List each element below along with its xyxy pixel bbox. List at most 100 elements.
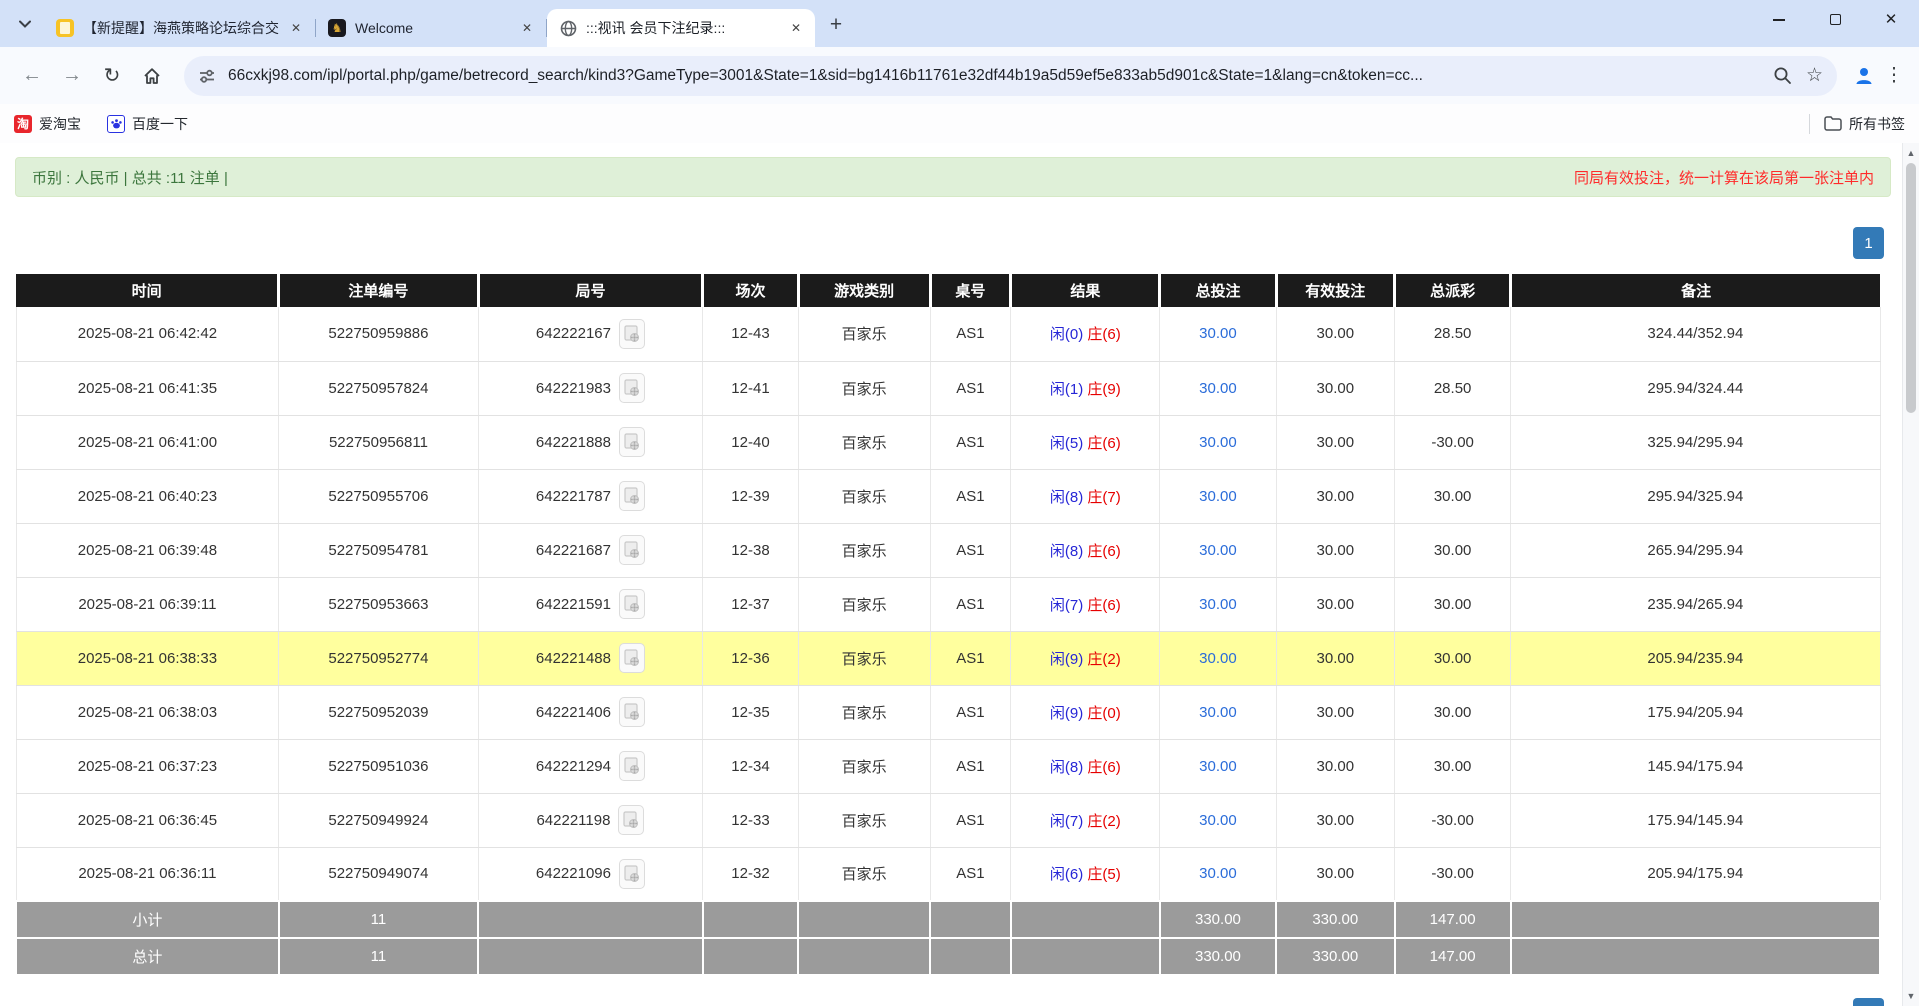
- close-icon[interactable]: ✕: [518, 19, 536, 37]
- cell-note: 325.94/295.94: [1511, 415, 1880, 469]
- new-tab-button[interactable]: +: [821, 10, 851, 40]
- maximize-button[interactable]: [1807, 0, 1863, 39]
- total-bet-link[interactable]: 30.00: [1199, 865, 1237, 882]
- video-replay-icon[interactable]: [618, 805, 644, 835]
- cell-total-bet: 30.00: [1160, 631, 1276, 685]
- video-replay-icon[interactable]: [619, 697, 645, 727]
- pagination-page-1-button[interactable]: 1: [1853, 227, 1884, 259]
- total-bet-link[interactable]: 30.00: [1199, 488, 1237, 505]
- video-replay-icon[interactable]: [619, 535, 645, 565]
- all-bookmarks-button[interactable]: 所有书签: [1824, 114, 1905, 134]
- bet-record-row: 2025-08-21 06:41:35522750957824642221983…: [16, 361, 1880, 415]
- cell-valid-bet: 30.00: [1276, 631, 1395, 685]
- cell-time: 2025-08-21 06:39:11: [16, 577, 279, 631]
- cell-time: 2025-08-21 06:38:33: [16, 631, 279, 685]
- total-bet-link[interactable]: 30.00: [1199, 380, 1237, 397]
- video-replay-icon[interactable]: [619, 589, 645, 619]
- cell-total-bet: 30.00: [1160, 847, 1276, 901]
- tab-forum[interactable]: 【新提醒】海燕策略论坛综合交 ✕: [44, 9, 315, 47]
- result-player: 闲(9): [1050, 705, 1083, 722]
- cell-table-no: AS1: [930, 739, 1011, 793]
- back-icon[interactable]: ←: [15, 59, 49, 93]
- forward-icon[interactable]: →: [55, 59, 89, 93]
- close-icon[interactable]: ✕: [287, 19, 305, 37]
- cell-result: 闲(0) 庄(6): [1011, 307, 1160, 361]
- column-header: 时间: [16, 274, 279, 307]
- total-bet-link[interactable]: 30.00: [1199, 704, 1237, 721]
- round-number: 642221198: [536, 812, 610, 829]
- bookmark-taobao[interactable]: 淘 爱淘宝: [14, 114, 81, 134]
- cell-time: 2025-08-21 06:41:00: [16, 415, 279, 469]
- cell-note: 205.94/235.94: [1511, 631, 1880, 685]
- bookmark-star-icon[interactable]: ☆: [1806, 64, 1823, 87]
- vertical-scrollbar[interactable]: ▲ ▼: [1902, 143, 1919, 1006]
- cell-note: 205.94/175.94: [1511, 847, 1880, 901]
- total-bet-link[interactable]: 30.00: [1199, 325, 1237, 342]
- video-replay-icon[interactable]: [619, 859, 645, 889]
- cell-payout: -30.00: [1395, 793, 1511, 847]
- minimize-button[interactable]: [1751, 0, 1807, 39]
- bookmark-baidu[interactable]: 百度一下: [107, 114, 188, 134]
- total-bet-link[interactable]: 30.00: [1199, 758, 1237, 775]
- home-icon[interactable]: [135, 59, 169, 93]
- cell-total-bet: 30.00: [1160, 415, 1276, 469]
- cell-bet-id: 522750949074: [279, 847, 478, 901]
- cell-session: 12-43: [703, 307, 798, 361]
- video-replay-icon[interactable]: [619, 427, 645, 457]
- cell-session: 12-33: [703, 793, 798, 847]
- total-bet-link[interactable]: 30.00: [1199, 650, 1237, 667]
- address-bar[interactable]: 66cxkj98.com/ipl/portal.php/game/betreco…: [184, 56, 1837, 96]
- cell-table-no: AS1: [930, 631, 1011, 685]
- cell-time: 2025-08-21 06:41:35: [16, 361, 279, 415]
- chevron-down-icon[interactable]: [10, 9, 40, 39]
- total-bet-link[interactable]: 30.00: [1199, 596, 1237, 613]
- video-replay-icon[interactable]: [619, 373, 645, 403]
- cell-table-no: AS1: [930, 307, 1011, 361]
- video-replay-icon[interactable]: [619, 643, 645, 673]
- cell-table-no: AS1: [930, 361, 1011, 415]
- close-window-button[interactable]: ✕: [1863, 0, 1919, 39]
- total-bet-link[interactable]: 30.00: [1199, 542, 1237, 559]
- scroll-down-icon[interactable]: ▼: [1903, 988, 1919, 1004]
- cell-payout: 30.00: [1395, 523, 1511, 577]
- bet-record-row: 2025-08-21 06:42:42522750959886642222167…: [16, 307, 1880, 361]
- total-count: 11: [279, 938, 478, 975]
- cell-round-no: 642221983: [478, 361, 703, 415]
- tab-bet-records[interactable]: :::视讯 会员下注纪录::: ✕: [547, 9, 815, 47]
- close-icon[interactable]: ✕: [787, 19, 805, 37]
- cell-game-type: 百家乐: [798, 631, 930, 685]
- tab-welcome[interactable]: ♞ Welcome ✕: [316, 9, 546, 47]
- round-number: 642221096: [536, 865, 611, 882]
- video-replay-icon[interactable]: [619, 751, 645, 781]
- video-replay-icon[interactable]: [619, 481, 645, 511]
- cell-note: 175.94/205.94: [1511, 685, 1880, 739]
- scroll-up-icon[interactable]: ▲: [1903, 145, 1919, 161]
- grand-total-row: 总计 11 330.00 330.00 147.00: [16, 938, 1880, 975]
- cell-game-type: 百家乐: [798, 577, 930, 631]
- refresh-icon[interactable]: ↻: [95, 59, 129, 93]
- cell-bet-id: 522750956811: [279, 415, 478, 469]
- bet-record-row: 2025-08-21 06:38:33522750952774642221488…: [16, 631, 1880, 685]
- video-replay-icon[interactable]: [619, 319, 645, 349]
- result-player: 闲(8): [1050, 489, 1083, 506]
- cell-game-type: 百家乐: [798, 739, 930, 793]
- url-text[interactable]: 66cxkj98.com/ipl/portal.php/game/betreco…: [228, 67, 1763, 85]
- column-header: 结果: [1011, 274, 1160, 307]
- bookmark-label: 百度一下: [132, 114, 188, 134]
- profile-icon[interactable]: [1847, 59, 1881, 93]
- cell-round-no: 642221096: [478, 847, 703, 901]
- total-bet-link[interactable]: 30.00: [1199, 812, 1237, 829]
- cell-payout: -30.00: [1395, 847, 1511, 901]
- cell-result: 闲(7) 庄(6): [1011, 577, 1160, 631]
- scrollbar-thumb[interactable]: [1906, 163, 1916, 413]
- site-settings-icon[interactable]: [198, 67, 216, 85]
- cell-note: 295.94/324.44: [1511, 361, 1880, 415]
- total-bet-link[interactable]: 30.00: [1199, 434, 1237, 451]
- cell-table-no: AS1: [930, 685, 1011, 739]
- cell-time: 2025-08-21 06:38:03: [16, 685, 279, 739]
- menu-dots-icon[interactable]: ⋮: [1881, 64, 1907, 87]
- result-player: 闲(1): [1050, 381, 1083, 398]
- cell-session: 12-41: [703, 361, 798, 415]
- pagination-bottom-button[interactable]: [1853, 998, 1884, 1006]
- zoom-icon[interactable]: [1773, 66, 1792, 85]
